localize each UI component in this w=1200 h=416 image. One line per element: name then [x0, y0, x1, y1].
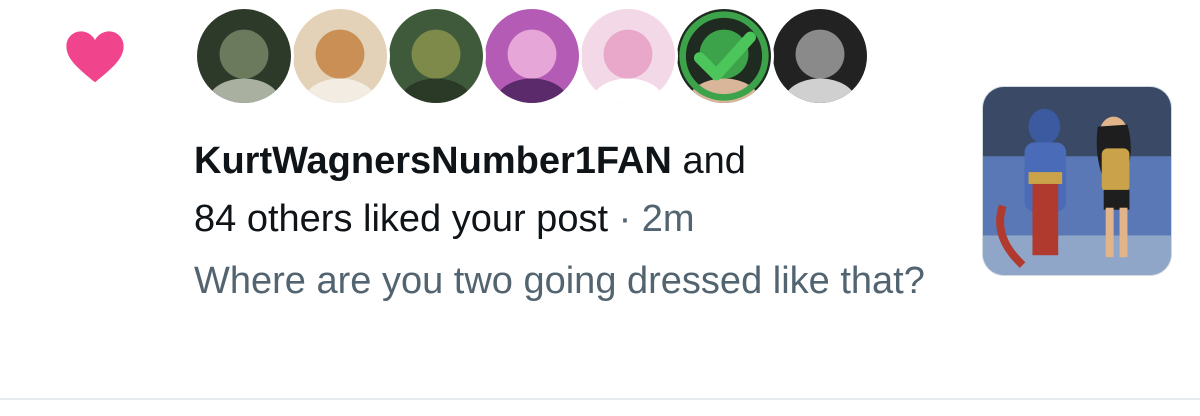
avatar-5[interactable]	[578, 6, 678, 106]
post-thumbnail[interactable]	[982, 86, 1172, 276]
notification-headline: KurtWagnersNumber1FAN and 84 others like…	[194, 132, 934, 248]
avatar-2[interactable]	[290, 6, 390, 106]
heart-icon	[66, 31, 124, 83]
connector-text: and	[671, 140, 746, 182]
liker-username[interactable]: KurtWagnersNumber1FAN	[194, 140, 672, 182]
separator-dot: ·	[608, 198, 642, 240]
notification-text: KurtWagnersNumber1FAN and 84 others like…	[194, 132, 934, 310]
avatar-3[interactable]	[386, 6, 486, 106]
post-preview-text[interactable]: Where are you two going dressed like tha…	[194, 252, 934, 310]
avatar-4[interactable]	[482, 6, 582, 106]
others-text: 84 others liked your post	[194, 198, 609, 240]
avatar-1[interactable]	[194, 6, 294, 106]
avatar-6[interactable]	[674, 6, 774, 106]
like-notification[interactable]: KurtWagnersNumber1FAN and 84 others like…	[0, 0, 1200, 400]
timestamp: 2m	[641, 198, 695, 240]
avatar-7[interactable]	[770, 6, 870, 106]
divider	[0, 398, 1200, 400]
